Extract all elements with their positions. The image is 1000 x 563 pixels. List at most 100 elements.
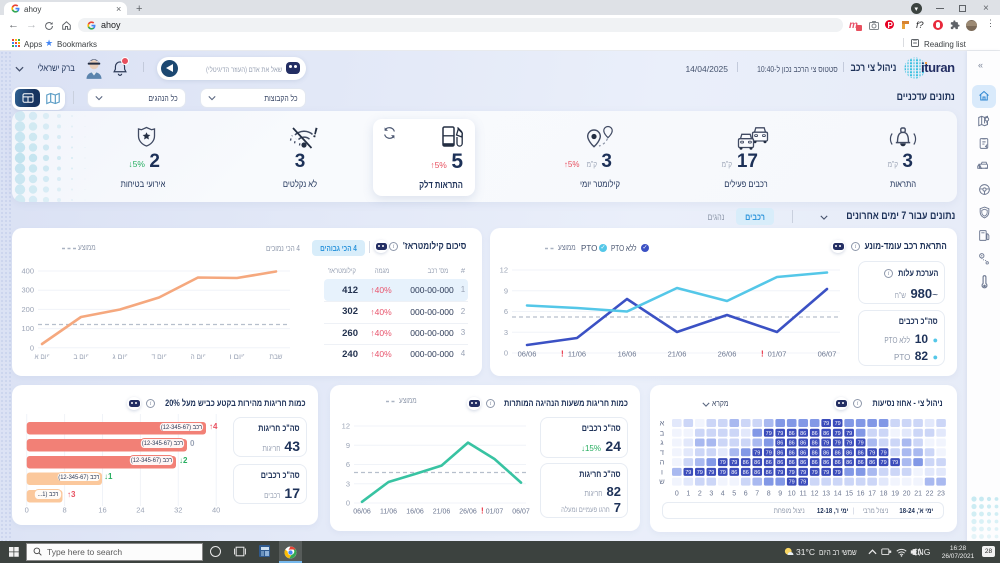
svg-text:79: 79 [835,469,841,475]
svg-text:86: 86 [766,460,772,466]
svg-text:!: ! [481,507,484,516]
svg-text:שבת: שבת [270,352,283,361]
svg-text:79: 79 [881,450,887,456]
svg-text:79: 79 [812,469,818,475]
svg-text:79: 79 [720,460,726,466]
svg-text:ש: ש [659,477,665,486]
svg-text:9: 9 [346,441,350,450]
svg-text:200: 200 [21,305,34,314]
svg-text:86: 86 [743,460,749,466]
svg-text:79: 79 [892,460,898,466]
svg-text:86: 86 [869,460,875,466]
svg-text:86: 86 [789,460,795,466]
svg-text:10: 10 [788,490,796,497]
svg-text:26/06: 26/06 [718,350,737,359]
svg-text:86: 86 [800,450,806,456]
svg-text:79: 79 [685,469,691,475]
svg-text:86: 86 [789,450,795,456]
svg-text:!: ! [561,350,564,359]
svg-text:86: 86 [766,469,772,475]
svg-text:86: 86 [800,460,806,466]
svg-text:21: 21 [914,490,922,497]
svg-text:9: 9 [778,490,782,497]
svg-text:4: 4 [721,490,725,497]
svg-text:3: 3 [504,328,508,337]
svg-text:9: 9 [504,286,508,295]
svg-text:0: 0 [675,490,679,497]
svg-text:79: 79 [823,440,829,446]
svg-text:32: 32 [174,506,182,515]
svg-text:86: 86 [858,450,864,456]
svg-text:6: 6 [504,307,508,316]
svg-text:ו: ו [661,467,663,476]
svg-text:79: 79 [823,469,829,475]
svg-text:0: 0 [346,499,350,508]
svg-text:86: 86 [858,460,864,466]
svg-text:06/06: 06/06 [518,350,537,359]
svg-text:86: 86 [731,469,737,475]
svg-text:ה: ה [660,457,665,466]
svg-text:16: 16 [857,490,865,497]
svg-text:79: 79 [800,469,806,475]
svg-text:14: 14 [834,490,842,497]
svg-text:86: 86 [754,460,760,466]
svg-text:3: 3 [346,479,350,488]
svg-text:86: 86 [823,450,829,456]
svg-text:23: 23 [937,490,945,497]
svg-text:86: 86 [835,460,841,466]
svg-text:יום ב': יום ב' [74,352,89,361]
svg-text:24: 24 [136,506,144,515]
svg-text:79: 79 [731,460,737,466]
svg-text:06/07: 06/07 [818,350,837,359]
svg-text:79: 79 [777,430,783,436]
svg-text:יום א': יום א' [35,352,50,361]
svg-text:20: 20 [903,490,911,497]
svg-text:11: 11 [800,490,807,497]
svg-text:א: א [660,418,665,427]
svg-text:19: 19 [891,490,899,497]
svg-text:21/06: 21/06 [668,350,687,359]
svg-text:11/06: 11/06 [568,350,586,359]
svg-text:300: 300 [21,286,34,295]
svg-text:8: 8 [767,490,771,497]
svg-text:79: 79 [697,469,703,475]
svg-text:79: 79 [846,440,852,446]
svg-text:79: 79 [708,469,714,475]
svg-text:86: 86 [812,430,818,436]
svg-text:79: 79 [858,440,864,446]
svg-text:86: 86 [823,460,829,466]
svg-text:86: 86 [835,450,841,456]
svg-text:5: 5 [732,490,736,497]
svg-text:יום ו': יום ו' [230,352,246,361]
svg-text:18: 18 [880,490,888,497]
svg-text:79: 79 [835,430,841,436]
svg-text:17: 17 [868,490,876,497]
svg-text:79: 79 [835,440,841,446]
svg-text:יום ה': יום ה' [191,352,206,361]
svg-text:ד: ד [660,447,664,456]
svg-text:86: 86 [777,440,783,446]
svg-text:ב: ב [660,428,665,437]
svg-text:86: 86 [777,450,783,456]
svg-text:21/06: 21/06 [433,509,451,516]
svg-text:13: 13 [822,490,830,497]
svg-text:79: 79 [789,479,795,485]
svg-text:79: 79 [720,469,726,475]
svg-text:7: 7 [755,490,759,497]
svg-text:79: 79 [766,430,772,436]
svg-text:86: 86 [812,450,818,456]
svg-text:79: 79 [823,421,829,427]
svg-text:12: 12 [500,266,508,275]
svg-text:16/06: 16/06 [406,509,424,516]
svg-text:86: 86 [789,440,795,446]
svg-text:79: 79 [766,450,772,456]
svg-text:!: ! [311,124,319,141]
svg-text:40: 40 [212,506,220,515]
svg-text:22: 22 [926,490,934,497]
svg-text:8: 8 [63,506,67,515]
svg-text:1: 1 [686,490,690,497]
svg-text:26/06: 26/06 [459,509,477,516]
svg-text:79: 79 [800,479,806,485]
svg-text:79: 79 [846,430,852,436]
svg-text:16/06: 16/06 [618,350,637,359]
